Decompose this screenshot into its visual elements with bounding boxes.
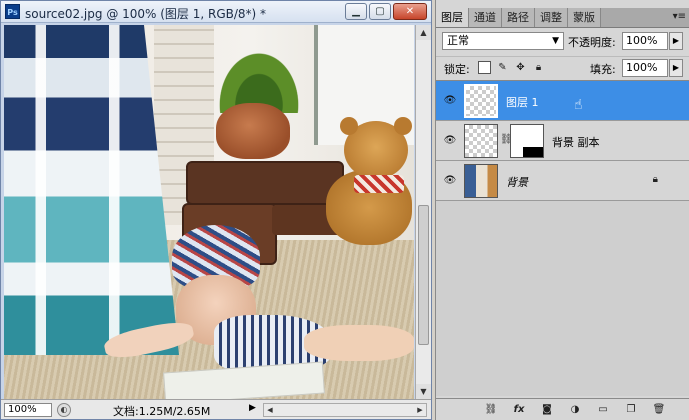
document-title-bar[interactable]: Ps source02.jpg @ 100% (图层 1, RGB/8*) * … — [1, 1, 431, 23]
document-info: 文档:1.25M/2.65M — [113, 405, 211, 418]
teddy-ear-right — [394, 117, 412, 135]
teddy-ear-left — [340, 117, 358, 135]
teddy-bow — [354, 175, 404, 193]
mask-icon[interactable] — [510, 124, 544, 158]
layer-row[interactable]: 👁︎ 背景 🔒︎ — [436, 161, 689, 201]
layers-list: 👁︎ 图层 1 ☝ 👁︎ ⛓ 背景 副本 👁︎ 背景 🔒︎ — [436, 80, 689, 396]
layer-name[interactable]: 背景 — [506, 174, 528, 190]
trash-icon[interactable]: 🗑︎ — [650, 402, 668, 418]
hand-cursor-icon: ☝ — [574, 97, 583, 113]
blend-opacity-row: 正常 ▼ 不透明度: 100% ▶ — [436, 30, 689, 52]
tab-channels[interactable]: 通道 — [469, 8, 502, 27]
window-controls: ▁ ▢ ✕ — [345, 3, 427, 20]
fx-icon[interactable]: fx — [510, 402, 528, 418]
panel-menu-icon[interactable]: ▾≡ — [673, 11, 686, 22]
app-root: Ps source02.jpg @ 100% (图层 1, RGB/8*) * … — [0, 0, 689, 420]
lock-icon: 🔒︎ — [652, 174, 658, 185]
eye-icon[interactable]: 👁︎ — [442, 174, 458, 188]
suitcase-top — [186, 161, 344, 205]
tab-masks[interactable]: 蒙版 — [568, 8, 601, 27]
brush-icon[interactable]: ✎ — [496, 61, 509, 74]
vertical-scrollbar[interactable]: ▲ ▼ — [415, 25, 431, 399]
tab-layers[interactable]: 图层 — [436, 8, 469, 27]
layer-row[interactable]: 👁︎ 图层 1 ☝ — [436, 81, 689, 121]
clay-pot — [216, 103, 290, 159]
layer-name[interactable]: 图层 1 — [506, 94, 539, 110]
lock-fill-row: 锁定: ✎ ✥ 🔒︎ 填充: 100% ▶ — [436, 56, 689, 78]
photoshop-icon: Ps — [5, 4, 20, 19]
scroll-right-icon[interactable]: ▶ — [414, 404, 426, 416]
tab-adjustments[interactable]: 调整 — [535, 8, 568, 27]
link-layers-icon[interactable]: ⛓ — [482, 402, 500, 418]
scroll-up-icon[interactable]: ▲ — [416, 25, 431, 40]
document-title: source02.jpg @ 100% (图层 1, RGB/8*) * — [25, 7, 267, 21]
eye-icon[interactable]: 👁︎ — [442, 94, 458, 108]
scroll-thumb[interactable] — [418, 205, 429, 345]
blend-mode-select[interactable]: 正常 ▼ — [442, 32, 564, 50]
close-button[interactable]: ✕ — [393, 3, 427, 20]
horizontal-scrollbar[interactable]: ◀ ▶ — [263, 403, 427, 417]
baby-legs — [304, 325, 414, 361]
fill-label: 填充: — [590, 63, 616, 76]
layer-thumbnail — [464, 124, 498, 158]
status-bar: 100% ◐ 文档:1.25M/2.65M ▶ ◀ ▶ — [1, 399, 431, 419]
panel-tabs: 图层 通道 路径 调整 蒙版 ▾≡ — [436, 8, 689, 28]
scroll-down-icon[interactable]: ▼ — [416, 384, 431, 399]
image-canvas[interactable] — [4, 25, 414, 399]
zoom-field[interactable]: 100% — [4, 403, 52, 417]
layers-footer: ⛓ fx ◙ ◑ ▭ ❐ 🗑︎ — [436, 398, 689, 420]
layer-name[interactable]: 背景 副本 — [552, 134, 600, 150]
add-mask-icon[interactable]: ◙ — [538, 402, 556, 418]
blend-mode-value: 正常 — [447, 34, 469, 47]
layer-row[interactable]: 👁︎ ⛓ 背景 副本 — [436, 121, 689, 161]
eye-icon[interactable]: 👁︎ — [442, 134, 458, 148]
document-window: Ps source02.jpg @ 100% (图层 1, RGB/8*) * … — [0, 0, 432, 420]
fill-input[interactable]: 100% — [622, 59, 668, 77]
plant — [204, 33, 314, 113]
layers-panel: 图层 通道 路径 调整 蒙版 ▾≡ 正常 ▼ 不透明度: 100% ▶ 锁定: … — [435, 0, 689, 420]
status-info-icon[interactable]: ◐ — [57, 403, 71, 417]
fill-stepper[interactable]: ▶ — [669, 59, 683, 77]
opacity-label: 不透明度: — [568, 36, 616, 49]
opacity-stepper[interactable]: ▶ — [669, 32, 683, 50]
opacity-input[interactable]: 100% — [622, 32, 668, 50]
folder-icon[interactable]: ▭ — [594, 402, 612, 418]
lock-label: 锁定: — [444, 63, 470, 76]
maximize-button[interactable]: ▢ — [369, 3, 391, 20]
mask-shape — [523, 147, 543, 157]
lock-icon[interactable]: 🔒︎ — [532, 61, 545, 74]
adjustment-icon[interactable]: ◑ — [566, 402, 584, 418]
minimize-button[interactable]: ▁ — [345, 3, 367, 20]
layer-thumbnail — [464, 84, 498, 118]
status-menu-icon[interactable]: ▶ — [249, 403, 256, 413]
layer-thumbnail — [464, 164, 498, 198]
tab-paths[interactable]: 路径 — [502, 8, 535, 27]
scroll-left-icon[interactable]: ◀ — [264, 404, 276, 416]
chevron-down-icon: ▼ — [552, 36, 559, 46]
transparency-lock-icon[interactable] — [478, 61, 491, 74]
new-layer-icon[interactable]: ❐ — [622, 402, 640, 418]
move-icon[interactable]: ✥ — [514, 61, 527, 74]
